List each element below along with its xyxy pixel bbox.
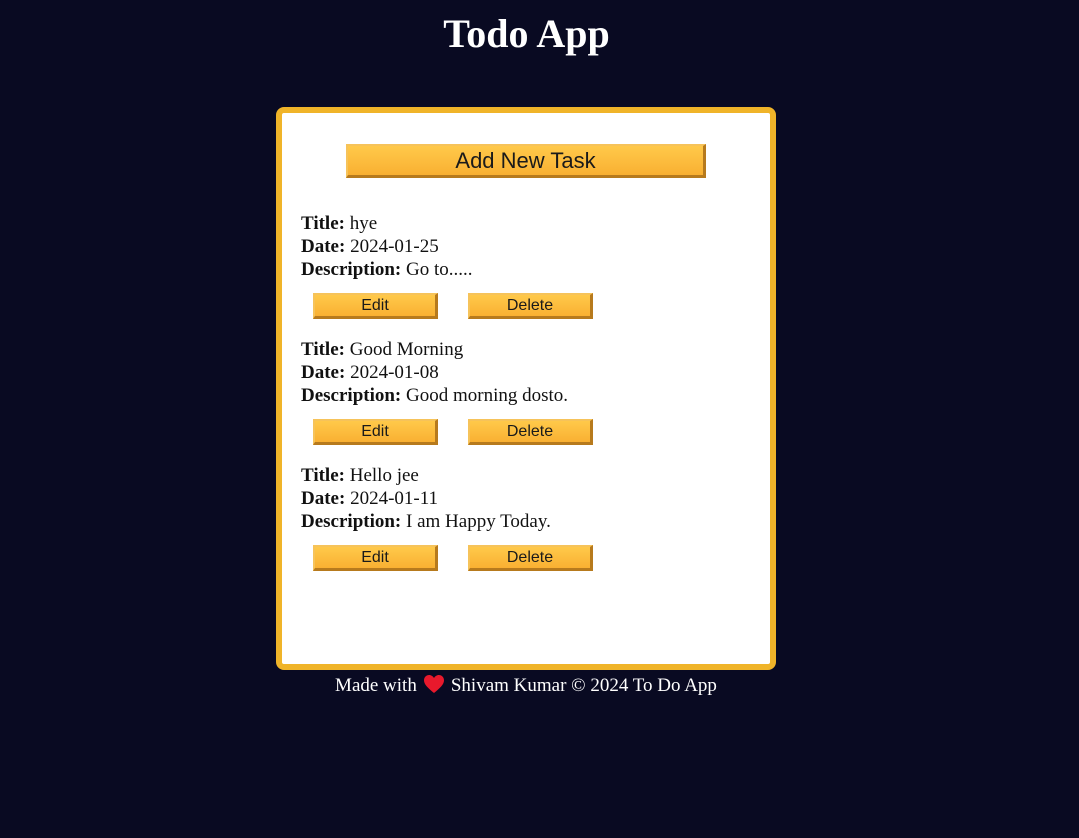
- title-label: Title:: [301, 465, 345, 486]
- task-title-row: Title: hye: [301, 212, 751, 235]
- task-description-row: Description: Go to.....: [301, 258, 751, 281]
- add-new-task-button[interactable]: Add New Task: [346, 144, 706, 178]
- task-date-row: Date: 2024-01-25: [301, 235, 751, 258]
- task-title: hye: [349, 213, 378, 234]
- task-title: Hello jee: [349, 465, 419, 486]
- task-actions: Edit Delete: [301, 293, 751, 319]
- task-date-row: Date: 2024-01-08: [301, 361, 751, 384]
- date-label: Date:: [301, 236, 346, 257]
- task-actions: Edit Delete: [301, 419, 751, 445]
- task-card: Add New Task Title: hye Date: 2024-01-25…: [276, 107, 776, 670]
- task-description: Go to.....: [406, 259, 473, 280]
- app-title: Todo App: [443, 11, 610, 56]
- task-title: Good Morning: [349, 339, 464, 360]
- delete-button[interactable]: Delete: [468, 545, 593, 571]
- task-item: Title: hye Date: 2024-01-25 Description:…: [301, 212, 751, 319]
- delete-button[interactable]: Delete: [468, 293, 593, 319]
- footer-credit: Shivam Kumar © 2024 To Do App: [450, 675, 717, 696]
- task-item: Title: Hello jee Date: 2024-01-11 Descri…: [301, 464, 751, 571]
- delete-button[interactable]: Delete: [468, 419, 593, 445]
- heart-icon: [423, 674, 445, 701]
- task-date: 2024-01-11: [350, 488, 439, 509]
- date-label: Date:: [301, 362, 346, 383]
- title-label: Title:: [301, 339, 345, 360]
- description-label: Description:: [301, 511, 402, 532]
- task-description: I am Happy Today.: [406, 511, 551, 532]
- date-label: Date:: [301, 488, 346, 509]
- title-label: Title:: [301, 213, 345, 234]
- footer-prefix: Made with: [335, 675, 417, 696]
- description-label: Description:: [301, 259, 402, 280]
- task-description-row: Description: Good morning dosto.: [301, 384, 751, 407]
- edit-button[interactable]: Edit: [313, 419, 438, 445]
- task-date: 2024-01-08: [350, 362, 439, 383]
- task-title-row: Title: Good Morning: [301, 338, 751, 361]
- task-title-row: Title: Hello jee: [301, 464, 751, 487]
- description-label: Description:: [301, 385, 402, 406]
- task-item: Title: Good Morning Date: 2024-01-08 Des…: [301, 338, 751, 445]
- footer: Made with Shivam Kumar © 2024 To Do App: [276, 674, 776, 701]
- edit-button[interactable]: Edit: [313, 293, 438, 319]
- task-date: 2024-01-25: [350, 236, 439, 257]
- task-date-row: Date: 2024-01-11: [301, 487, 751, 510]
- task-actions: Edit Delete: [301, 545, 751, 571]
- task-description: Good morning dosto.: [406, 385, 569, 406]
- edit-button[interactable]: Edit: [313, 545, 438, 571]
- task-description-row: Description: I am Happy Today.: [301, 510, 751, 533]
